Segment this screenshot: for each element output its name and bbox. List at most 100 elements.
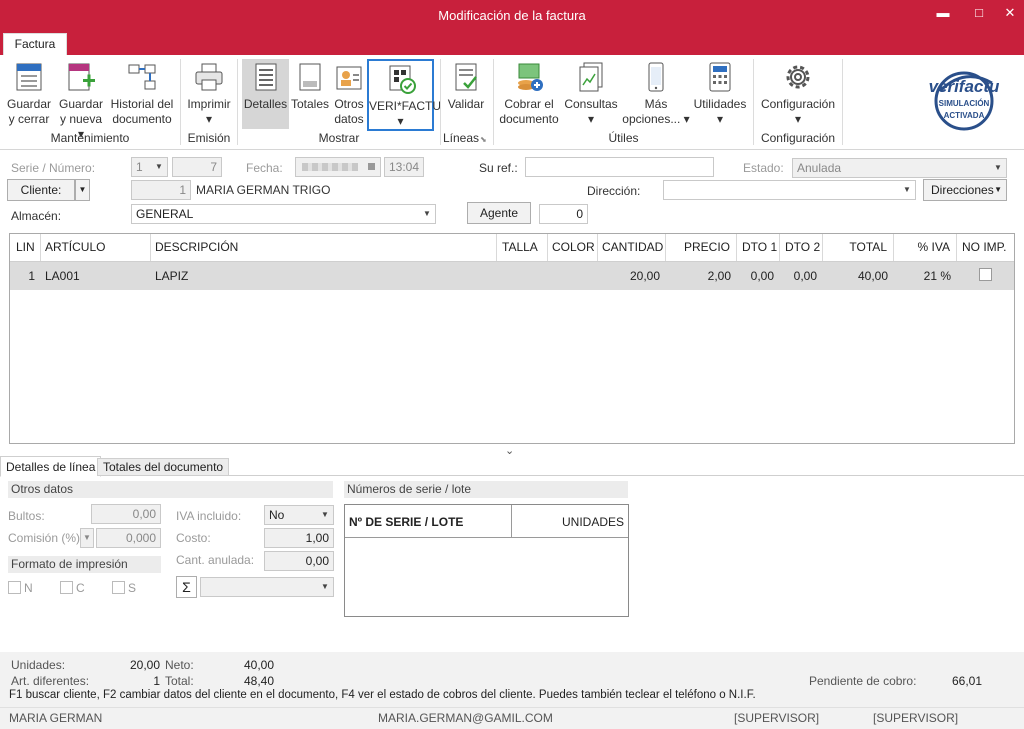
splitter-chevron-icon[interactable]: ⌄	[505, 444, 514, 457]
agente-field[interactable]: 0	[539, 204, 588, 224]
col-cantidad[interactable]: CANTIDAD	[596, 234, 666, 261]
group-configuracion: Configuración	[760, 131, 836, 145]
col-color[interactable]: COLOR	[546, 234, 598, 261]
col-noimp[interactable]: NO IMP.	[956, 234, 1014, 261]
print-button[interactable]: Imprimir ▾	[184, 61, 234, 127]
history-button[interactable]: Historial del documento	[108, 61, 176, 127]
sigma-button[interactable]: Σ	[176, 576, 197, 598]
series-col-unidades[interactable]: UNIDADES	[511, 515, 624, 529]
costo-label: Costo:	[176, 531, 211, 545]
direccion-select[interactable]: ▼	[663, 180, 916, 200]
cell-descripcion: LAPIZ	[155, 269, 189, 283]
costo-field[interactable]: 1,00	[264, 528, 334, 548]
hora-field[interactable]: 13:04	[384, 157, 424, 177]
cell-dto1: 0,00	[750, 269, 774, 283]
other-data-button[interactable]: Otros datos	[331, 61, 367, 127]
total-label: Total:	[165, 674, 194, 688]
chevron-down-icon: ▼	[155, 162, 163, 171]
series-col-lote[interactable]: Nº DE SERIE / LOTE	[349, 515, 463, 529]
tab-totales-documento[interactable]: Totales del documento	[97, 458, 230, 476]
col-iva[interactable]: % IVA	[893, 234, 957, 261]
col-lin[interactable]: LIN	[10, 234, 41, 261]
save-close-label-1: Guardar	[6, 97, 52, 111]
check-n[interactable]	[8, 581, 21, 594]
history-label-1: Historial del	[110, 97, 174, 111]
suref-field[interactable]	[525, 157, 714, 177]
cliente-name: MARIA GERMAN TRIGO	[196, 183, 331, 197]
col-precio[interactable]: PRECIO	[665, 234, 737, 261]
almacen-value: GENERAL	[136, 207, 194, 221]
chevron-down-icon: ▼	[423, 209, 431, 218]
collect-button[interactable]: Cobrar el documento	[497, 61, 561, 127]
cant-anulada-label: Cant. anulada:	[176, 553, 255, 567]
almacen-select[interactable]: GENERAL ▼	[131, 204, 436, 224]
verifactu-button[interactable]: VERI*FACTU ▾	[367, 59, 441, 131]
col-talla[interactable]: TALLA	[496, 234, 548, 261]
check-s-label: S	[128, 581, 137, 595]
minimize-button[interactable]: ▬	[932, 4, 954, 22]
tab-detalles-linea[interactable]: Detalles de línea	[0, 456, 102, 477]
user-card-icon	[333, 61, 365, 93]
numero-field[interactable]: 7	[172, 157, 222, 177]
cell-precio: 2,00	[707, 269, 731, 283]
utilities-button[interactable]: Utilidades ▾	[692, 61, 748, 127]
dialog-launcher-icon[interactable]: ⬊	[480, 135, 487, 144]
cliente-button[interactable]: Cliente:	[7, 179, 75, 201]
validate-label: Validar	[447, 97, 485, 111]
cell-iva: 21 %	[923, 269, 951, 283]
queries-button[interactable]: Consultas ▾	[562, 61, 620, 127]
details-button[interactable]: Detalles	[242, 59, 289, 129]
configuration-button[interactable]: Configuración ▾	[758, 61, 838, 127]
more-options-button[interactable]: Más opciones... ▾	[620, 61, 692, 127]
status-supervisor-1: [SUPERVISOR]	[734, 711, 820, 725]
col-dto2[interactable]: DTO 2	[779, 234, 823, 261]
cell-color	[546, 262, 596, 290]
cell-noimp-checkbox[interactable]	[979, 268, 992, 281]
validate-button[interactable]: Validar	[444, 61, 488, 112]
col-dto1[interactable]: DTO 1	[736, 234, 780, 261]
other-data-label-1: Otros	[334, 97, 364, 111]
iva-incluido-select[interactable]: No ▼	[264, 505, 334, 525]
cell-cantidad: 20,00	[629, 269, 660, 283]
cant-anulada-field[interactable]: 0,00	[264, 551, 334, 571]
comision-field[interactable]: 0,000	[96, 528, 161, 548]
estado-label: Estado:	[743, 161, 784, 175]
queries-label: Consultas	[564, 97, 618, 111]
fecha-field[interactable]	[295, 157, 381, 177]
tab-factura[interactable]: Factura	[3, 33, 67, 55]
details-label: Detalles	[243, 97, 288, 111]
series-table: Nº DE SERIE / LOTE UNIDADES	[344, 504, 629, 617]
art-value: 1	[153, 674, 160, 688]
close-button[interactable]: ✕	[999, 4, 1021, 22]
blurred-date	[302, 163, 358, 171]
group-emision: Emisión	[187, 131, 231, 145]
chevron-down-icon: ▼	[321, 510, 329, 519]
keyboard-hint: F1 buscar cliente, F2 cambiar datos del …	[9, 689, 756, 701]
cliente-dropdown-button[interactable]: ▼	[75, 179, 90, 201]
maximize-button[interactable]: □	[968, 4, 990, 22]
cliente-number[interactable]: 1	[131, 180, 191, 200]
save-close-button[interactable]: Guardar y cerrar	[4, 61, 54, 127]
coins-icon	[513, 61, 545, 93]
agente-button[interactable]: Agente	[467, 202, 531, 224]
col-articulo[interactable]: ARTÍCULO	[39, 234, 151, 261]
utilities-arrow: ▾	[716, 112, 724, 126]
ribbon-separator	[842, 59, 843, 145]
almacen-label: Almacén:	[11, 209, 62, 223]
comision-dropdown[interactable]: ▼	[80, 528, 94, 548]
col-total[interactable]: TOTAL	[822, 234, 894, 261]
check-c[interactable]	[60, 581, 73, 594]
check-s[interactable]	[112, 581, 125, 594]
col-descripcion[interactable]: DESCRIPCIÓN	[149, 234, 497, 261]
direcciones-button[interactable]: Direcciones ▼	[923, 179, 1007, 201]
totals-button[interactable]: Totales	[290, 61, 330, 112]
serie-select[interactable]: 1 ▼	[131, 157, 168, 177]
printer-icon	[193, 61, 225, 93]
sigma-select[interactable]: ▼	[200, 577, 334, 597]
chevron-down-icon: ▼	[903, 185, 911, 194]
estado-select[interactable]: Anulada ▼	[792, 158, 1007, 178]
save-new-button[interactable]: Guardar y nueva ▾	[56, 61, 106, 142]
art-label: Art. diferentes:	[11, 674, 90, 688]
bultos-field[interactable]: 0,00	[91, 504, 161, 524]
badge-line-1: SIMULACIÓN	[938, 99, 990, 108]
